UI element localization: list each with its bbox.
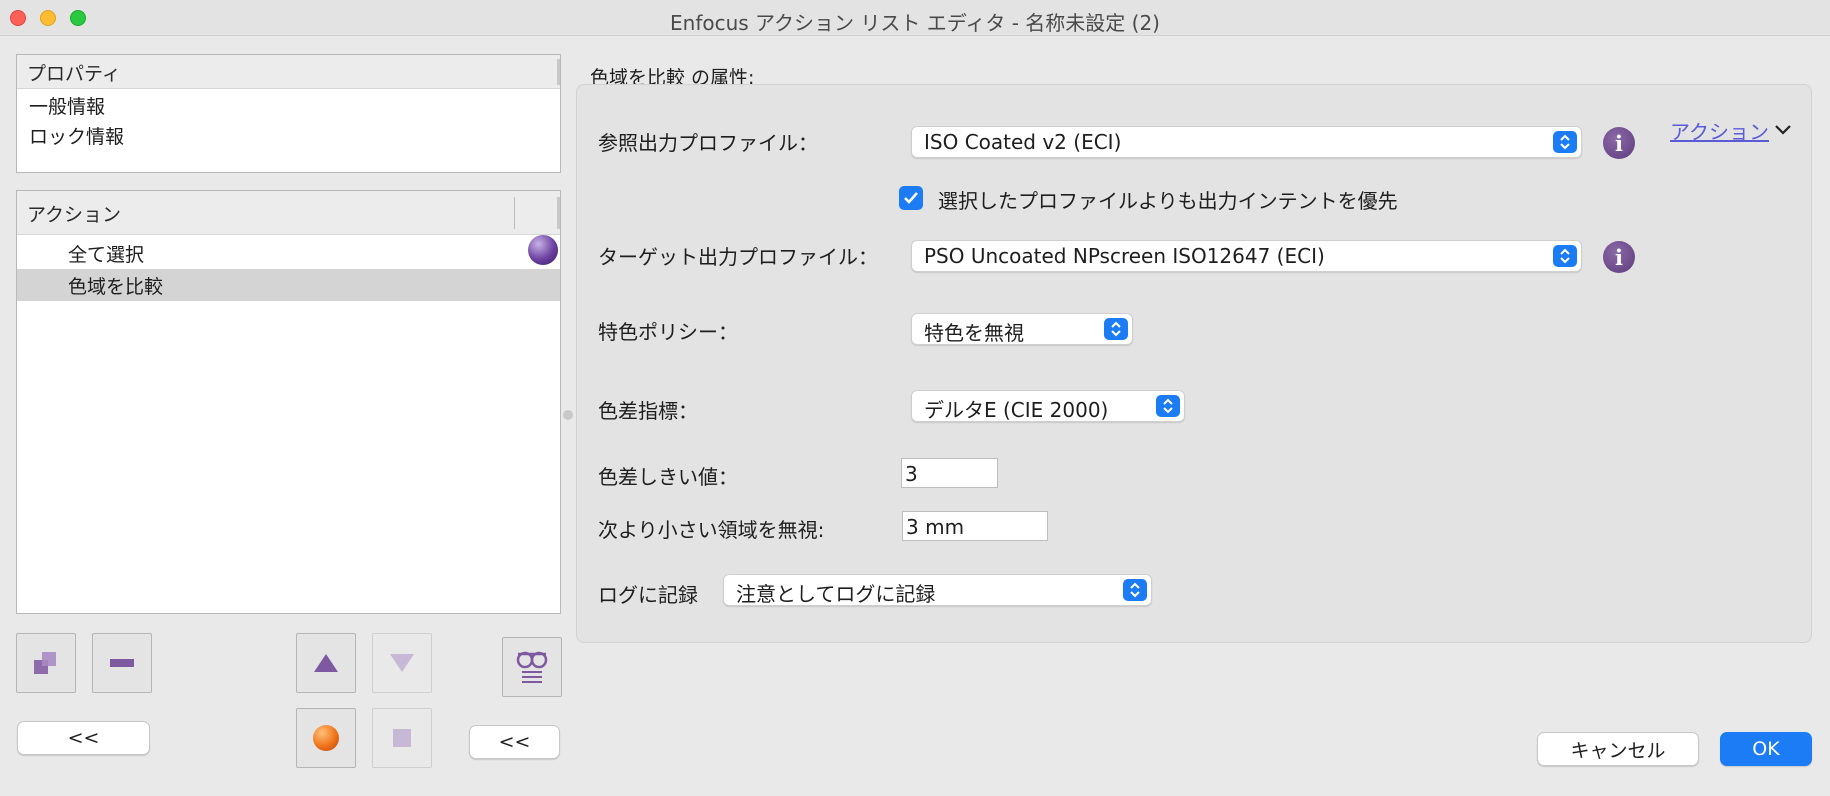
splitter-handle[interactable]	[563, 410, 573, 420]
window-title: Enfocus アクション リスト エディタ - 名称未設定 (2)	[670, 11, 1160, 35]
target-profile-value: PSO Uncoated NPscreen ISO12647 (ECI)	[924, 244, 1325, 268]
action-row-label: 色域を比較	[68, 276, 164, 298]
reference-profile-value: ISO Coated v2 (ECI)	[924, 130, 1122, 154]
collapse-right-button[interactable]: <<	[469, 725, 560, 759]
ignore-smaller-area-value: 3 mm	[906, 515, 965, 539]
triangle-up-icon	[314, 654, 338, 672]
orange-sphere-icon	[313, 725, 339, 751]
action-row-compare-gamut[interactable]: 色域を比較	[17, 269, 560, 301]
prefer-output-intent-label: 選択したプロファイルよりも出力インテントを優先	[938, 189, 1398, 213]
actions-panel: アクション 全て選択 色域を比較	[16, 190, 561, 614]
actions-link-label: アクション	[1670, 120, 1769, 144]
move-up-button[interactable]	[296, 633, 356, 693]
spot-policy-label: 特色ポリシー：	[598, 320, 738, 344]
spot-policy-value: 特色を無視	[924, 321, 1024, 345]
remove-action-button[interactable]	[92, 633, 152, 693]
attributes-panel	[576, 84, 1812, 643]
stop-square-icon	[393, 729, 411, 747]
properties-header-label: プロパティ	[27, 63, 121, 85]
select-arrows-icon	[1156, 395, 1180, 417]
reference-profile-info-icon[interactable]: i	[1603, 127, 1635, 159]
collapse-left-label: <<	[67, 727, 100, 749]
collapse-left-button[interactable]: <<	[17, 721, 150, 755]
action-row-label: 全て選択	[68, 244, 145, 266]
minus-icon	[110, 659, 134, 667]
select-arrows-icon	[1104, 318, 1128, 340]
color-difference-threshold-field[interactable]: 3	[901, 458, 998, 488]
chevron-down-icon[interactable]	[1774, 124, 1792, 136]
title-bar: Enfocus アクション リスト エディタ - 名称未設定 (2)	[0, 0, 1830, 36]
status-sphere-icon	[528, 235, 558, 265]
properties-panel: プロパティ 一般情報 ロック情報	[16, 54, 561, 173]
properties-item-lock[interactable]: ロック情報	[17, 119, 560, 149]
ignore-smaller-area-field[interactable]: 3 mm	[902, 511, 1048, 541]
prefer-output-intent-checkbox[interactable]	[899, 186, 923, 210]
actions-header: アクション	[17, 191, 560, 235]
color-difference-threshold-label: 色差しきい値：	[598, 465, 738, 489]
run-button[interactable]	[296, 708, 356, 768]
properties-header: プロパティ	[17, 55, 560, 89]
duplicate-action-button[interactable]	[16, 633, 76, 693]
color-difference-threshold-value: 3	[905, 462, 918, 486]
cancel-label: キャンセル	[1570, 739, 1666, 762]
actions-header-label: アクション	[27, 204, 122, 226]
target-profile-select[interactable]: PSO Uncoated NPscreen ISO12647 (ECI)	[911, 240, 1582, 272]
reference-profile-label: 参照出力プロファイル：	[598, 131, 818, 155]
select-arrows-icon	[1553, 245, 1577, 267]
log-value: 注意としてログに記録	[736, 582, 936, 606]
properties-item-general[interactable]: 一般情報	[17, 89, 560, 119]
target-profile-info-icon[interactable]: i	[1603, 241, 1635, 273]
triangle-down-icon	[390, 654, 414, 672]
checkmark-icon	[904, 192, 918, 204]
log-label: ログに記録	[598, 583, 698, 607]
log-select[interactable]: 注意としてログに記録	[723, 574, 1152, 606]
color-difference-metric-label: 色差指標：	[598, 399, 698, 423]
color-difference-metric-select[interactable]: デルタE (CIE 2000)	[911, 390, 1185, 422]
glasses-document-icon	[516, 651, 548, 683]
ok-label: OK	[1752, 738, 1780, 760]
select-arrows-icon	[1123, 579, 1147, 601]
cancel-button[interactable]: キャンセル	[1537, 732, 1699, 766]
reference-profile-select[interactable]: ISO Coated v2 (ECI)	[911, 126, 1582, 158]
ok-button[interactable]: OK	[1720, 732, 1812, 766]
target-profile-label: ターゲット出力プロファイル：	[598, 245, 878, 269]
ignore-smaller-area-label: 次より小さい領域を無視:	[598, 518, 825, 542]
stop-button[interactable]	[372, 708, 432, 768]
properties-item-label: ロック情報	[29, 126, 125, 148]
duplicate-icon	[34, 652, 56, 674]
action-row-select-all[interactable]: 全て選択	[17, 235, 560, 267]
select-arrows-icon	[1553, 131, 1577, 153]
color-difference-metric-value: デルタE (CIE 2000)	[924, 398, 1109, 422]
spot-policy-select[interactable]: 特色を無視	[911, 313, 1133, 345]
actions-menu-link[interactable]: アクション	[1670, 116, 1769, 145]
move-down-button[interactable]	[372, 633, 432, 693]
preview-button[interactable]	[502, 637, 562, 697]
properties-item-label: 一般情報	[29, 96, 106, 118]
collapse-right-label: <<	[498, 731, 531, 753]
